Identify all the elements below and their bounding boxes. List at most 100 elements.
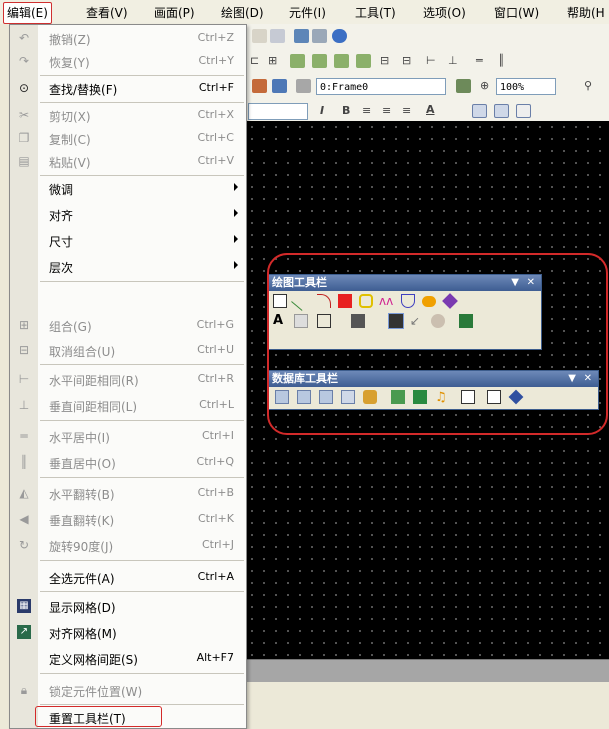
help-icon[interactable] bbox=[332, 29, 347, 43]
menu-item-undo[interactable]: ↶ 撤销(Z) Ctrl+Z bbox=[10, 27, 246, 50]
menu-item-lock-position[interactable]: 🔒︎ 锁定元件位置(W) bbox=[10, 679, 246, 702]
menu-draw[interactable]: 绘图(D) bbox=[221, 4, 264, 21]
memo-icon[interactable] bbox=[461, 390, 475, 404]
align-bottom-icon[interactable] bbox=[334, 54, 349, 68]
menu-item-group[interactable]: ⊞ 组合(G) Ctrl+G bbox=[10, 314, 246, 337]
pointer-icon[interactable] bbox=[273, 294, 287, 308]
network-icon[interactable] bbox=[312, 29, 327, 43]
zoom-select[interactable]: 100% bbox=[496, 78, 556, 95]
polygon-icon[interactable] bbox=[401, 294, 415, 308]
italic-button[interactable]: I bbox=[320, 104, 324, 117]
db-report-icon[interactable] bbox=[319, 390, 333, 404]
menu-item-redo[interactable]: ↷ 恢复(Y) Ctrl+Y bbox=[10, 50, 246, 73]
line-icon[interactable] bbox=[291, 291, 311, 311]
zoom-icon[interactable]: ⊕ bbox=[480, 79, 489, 92]
arc-icon[interactable] bbox=[317, 294, 331, 308]
diamond-icon[interactable] bbox=[442, 293, 458, 309]
pattern-icon[interactable] bbox=[388, 313, 404, 329]
align-right-text-icon[interactable]: ≡ bbox=[402, 104, 411, 117]
menu-item-paste[interactable]: ▤ 粘贴(V) Ctrl+V bbox=[10, 150, 246, 173]
menu-item-find-replace[interactable]: ⊙ 查找/替换(F) Ctrl+F bbox=[10, 77, 246, 100]
screen-icon[interactable] bbox=[252, 79, 267, 93]
menu-help[interactable]: 帮助(H bbox=[567, 4, 605, 21]
document-icon[interactable] bbox=[487, 390, 501, 404]
print-icon[interactable] bbox=[270, 29, 285, 43]
bold-button[interactable]: B bbox=[342, 104, 350, 117]
menu-item-equal-v-spacing[interactable]: ⊥ 垂直间距相同(L) Ctrl+L bbox=[10, 394, 246, 417]
align-right-icon[interactable] bbox=[356, 54, 371, 68]
db-folder-icon[interactable] bbox=[363, 390, 377, 404]
music-icon[interactable]: ♫ bbox=[435, 390, 449, 405]
same-width-icon[interactable]: ⊟ bbox=[380, 54, 389, 67]
v-spacing-icon[interactable]: ⊥ bbox=[448, 54, 458, 67]
menu-window[interactable]: 窗口(W) bbox=[494, 4, 539, 21]
v-center-icon[interactable]: ║ bbox=[498, 54, 505, 67]
h-center-icon[interactable]: ═ bbox=[476, 54, 483, 67]
align-top-icon[interactable] bbox=[290, 54, 305, 68]
menu-item-show-grid[interactable]: ▦ 显示网格(D) bbox=[10, 595, 246, 618]
menu-item-reset-toolbars[interactable]: 重置工具栏(T) bbox=[10, 706, 246, 729]
db-record-icon[interactable] bbox=[341, 390, 355, 404]
text-box-icon[interactable] bbox=[472, 104, 487, 118]
menu-item-grid-spacing[interactable]: 定义网格间距(S) Alt+F7 bbox=[10, 647, 246, 670]
menu-item-copy[interactable]: ❐ 复制(C) Ctrl+C bbox=[10, 127, 246, 150]
polyline-icon[interactable]: ʌʌ bbox=[379, 294, 393, 308]
db-grid-icon[interactable] bbox=[297, 390, 311, 404]
horizontal-scrollbar[interactable] bbox=[246, 659, 609, 683]
menu-options[interactable]: 选项(O) bbox=[423, 4, 466, 21]
arrow-style-icon[interactable]: ↙ bbox=[410, 314, 424, 328]
fill-color-icon[interactable] bbox=[351, 314, 365, 328]
menu-item-layer[interactable]: 层次 bbox=[10, 255, 246, 278]
rectangle-icon[interactable] bbox=[338, 294, 352, 308]
menu-tools[interactable]: 工具(T) bbox=[355, 4, 396, 21]
frame-nav-icon[interactable] bbox=[456, 79, 471, 93]
menu-item-size[interactable]: 尺寸 bbox=[10, 229, 246, 252]
text-border-icon[interactable] bbox=[516, 104, 531, 118]
menu-item-center-v[interactable]: ║ 垂直居中(O) Ctrl+Q bbox=[10, 451, 246, 474]
font-size-select[interactable] bbox=[248, 103, 308, 120]
align-middle-icon[interactable] bbox=[312, 54, 327, 68]
window-icon[interactable] bbox=[272, 79, 287, 93]
h-spacing-icon[interactable]: ⊢ bbox=[426, 54, 436, 67]
search-icon[interactable]: ⚲ bbox=[584, 79, 592, 92]
menu-item-center-h[interactable]: ═ 水平居中(I) Ctrl+I bbox=[10, 425, 246, 448]
menu-item-snap-grid[interactable]: ↗ 对齐网格(M) bbox=[10, 621, 246, 644]
align-box-icon[interactable]: ⊞ bbox=[268, 54, 277, 67]
text-frame-icon[interactable] bbox=[494, 104, 509, 118]
menu-item-ungroup[interactable]: ⊟ 取消组合(U) Ctrl+U bbox=[10, 339, 246, 362]
menu-item-flip-h[interactable]: ◭ 水平翻转(B) Ctrl+B bbox=[10, 482, 246, 505]
rotate-tool-icon[interactable] bbox=[431, 314, 445, 328]
dropdown-arrow-icon[interactable]: ▼ bbox=[511, 275, 519, 291]
image-icon[interactable] bbox=[294, 29, 309, 43]
align-center-text-icon[interactable]: ≡ bbox=[382, 104, 391, 117]
menu-item-equal-h-spacing[interactable]: ⊢ 水平间距相同(R) Ctrl+R bbox=[10, 368, 246, 391]
text-tool-icon[interactable]: A bbox=[273, 314, 287, 328]
image-tool-icon[interactable] bbox=[294, 314, 308, 328]
same-height-icon[interactable]: ⊟ bbox=[402, 54, 411, 67]
rounded-rect-icon[interactable] bbox=[359, 294, 373, 308]
menu-screen[interactable]: 画面(P) bbox=[154, 4, 195, 21]
frame-select[interactable]: 0:Frame0 bbox=[316, 78, 446, 95]
cut-tool-icon[interactable] bbox=[252, 29, 267, 43]
menu-view[interactable]: 查看(V) bbox=[86, 4, 128, 21]
menu-item-rotate[interactable]: ↻ 旋转90度(J) Ctrl+J bbox=[10, 534, 246, 557]
menu-item-align[interactable]: 对齐 bbox=[10, 203, 246, 226]
menu-edit[interactable]: 编辑(E) bbox=[3, 2, 52, 24]
close-icon[interactable]: ✕ bbox=[584, 371, 592, 387]
align-left-text-icon[interactable]: ≡ bbox=[362, 104, 371, 117]
db-export-icon[interactable] bbox=[413, 390, 427, 404]
menu-item-nudge[interactable]: 微调 bbox=[10, 177, 246, 200]
menu-item-select-all[interactable]: 全选元件(A) Ctrl+A bbox=[10, 566, 246, 589]
close-icon[interactable]: ✕ bbox=[527, 275, 535, 291]
db-import-icon[interactable] bbox=[391, 390, 405, 404]
align-left-icon[interactable]: ⊏ bbox=[250, 54, 259, 67]
component-icon[interactable] bbox=[459, 314, 473, 328]
db-nav-icon[interactable] bbox=[508, 389, 524, 405]
menu-component[interactable]: 元件(I) bbox=[289, 4, 326, 21]
ellipse-icon[interactable] bbox=[422, 296, 436, 307]
menu-item-flip-v[interactable]: ◀ 垂直翻转(K) Ctrl+K bbox=[10, 508, 246, 531]
frame-icon[interactable] bbox=[296, 79, 311, 93]
font-color-button[interactable]: A bbox=[426, 103, 435, 116]
menu-item-cut[interactable]: ✂ 剪切(X) Ctrl+X bbox=[10, 104, 246, 127]
border-style-icon[interactable] bbox=[317, 314, 331, 328]
